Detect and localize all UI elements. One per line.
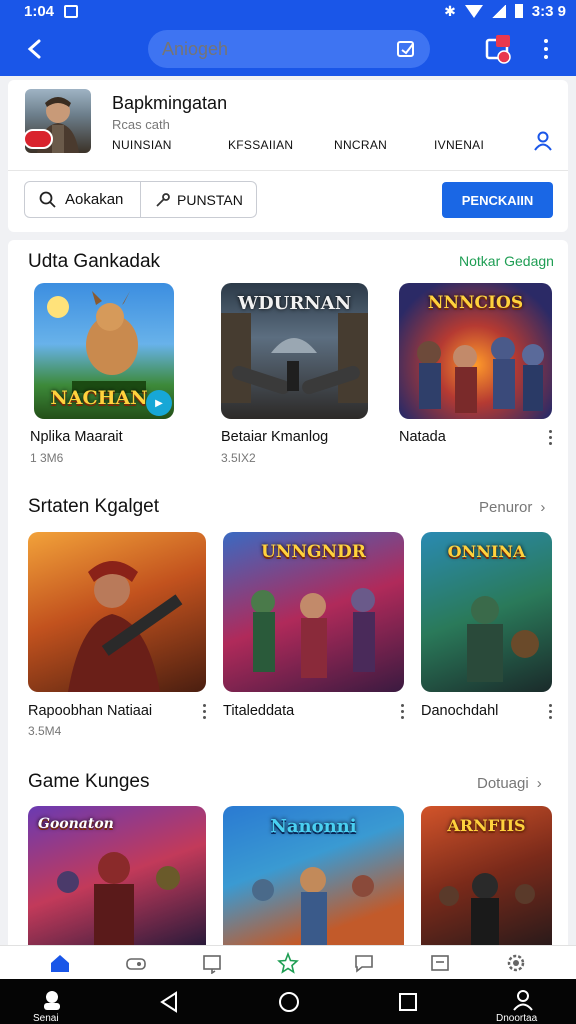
app-bar	[0, 22, 576, 76]
game-name-2-3[interactable]: Danochdahl	[421, 703, 498, 719]
app-tab-1[interactable]: NUINSIAN	[112, 138, 228, 152]
section-title-1: Udta Gankadak	[28, 251, 161, 272]
featured-nav-button[interactable]	[276, 951, 300, 975]
back-triangle-icon[interactable]	[158, 991, 180, 1013]
recents-square-icon[interactable]	[398, 992, 418, 1012]
gallery-icon	[64, 4, 79, 18]
game-name-1-2[interactable]: Betaiar Kmanlog	[221, 429, 328, 445]
library-icon	[431, 954, 449, 971]
more-icon[interactable]	[547, 430, 553, 446]
back-button[interactable]	[14, 27, 58, 71]
profile-label: Dnoortaa	[496, 1013, 538, 1024]
game-tile-3-3[interactable]: ARNFIIS	[421, 806, 552, 945]
game-meta-2-1: 3.5M4	[28, 724, 62, 738]
search-bar[interactable]	[148, 30, 430, 68]
bluetooth-icon: ✱	[444, 2, 456, 19]
chevron-right-icon: ›	[536, 775, 542, 792]
books-nav-button[interactable]	[200, 951, 224, 975]
game-tile-1-2[interactable]: WDURNAN	[221, 283, 368, 419]
tile-title: NNNCIOS	[427, 293, 524, 313]
app-tab-3[interactable]: NNCRAN	[334, 138, 434, 152]
app-tabs: NUINSIAN KFSSAIIAN NNCRAN IVNENAI	[112, 138, 542, 152]
gift-notification-icon	[485, 35, 511, 64]
chevron-right-icon: ›	[540, 499, 546, 516]
section-link-2[interactable]: Penuror ›	[479, 499, 545, 516]
messages-nav-button[interactable]	[352, 951, 376, 975]
more-icon[interactable]	[547, 704, 553, 720]
app-tab-4[interactable]: IVNENAI	[434, 138, 484, 152]
system-nav-bar: Senai Dnoortaa	[0, 979, 576, 1024]
game-tile-2-3[interactable]: ONNINA	[421, 532, 552, 692]
back-arrow-icon	[27, 39, 41, 59]
app-title: Bapkmingatan	[112, 93, 228, 113]
app-subtitle: Rcas cath	[112, 117, 170, 132]
bottom-nav	[0, 945, 576, 979]
more-icon[interactable]	[399, 704, 405, 720]
game-tile-1-3[interactable]: NNNCIOS	[399, 283, 552, 419]
library-nav-button[interactable]	[428, 951, 452, 975]
search-input[interactable]	[162, 38, 382, 60]
play-badge-icon: ▶	[146, 390, 172, 416]
profile-icon[interactable]	[512, 989, 534, 1011]
game-tile-2-2[interactable]: UNNGNDR	[223, 532, 404, 692]
punstan-label: PUNSTAN	[177, 191, 243, 208]
book-icon	[203, 954, 221, 974]
game-meta-1-1: 1 3M6	[30, 451, 64, 465]
gear-icon	[507, 954, 525, 971]
game-tile-2-1[interactable]	[28, 532, 206, 692]
person-icon[interactable]	[532, 130, 554, 152]
section-title-2: Srtaten Kgalget	[28, 496, 159, 517]
home-nav-button[interactable]	[48, 951, 72, 975]
game-tile-3-2[interactable]: Nanonni	[223, 806, 404, 945]
punstan-button[interactable]: PUNSTAN	[141, 181, 257, 218]
gamepad-icon	[126, 957, 146, 970]
home-label: Senai	[33, 1013, 59, 1024]
app-search-button[interactable]: Aokakan	[24, 181, 141, 218]
game-meta-1-2: 3.5IX2	[221, 451, 256, 465]
more-options-button[interactable]	[534, 32, 558, 66]
home-person-icon[interactable]	[40, 989, 64, 1011]
game-name-2-2[interactable]: Titaleddata	[223, 703, 294, 719]
notifications-button[interactable]	[484, 32, 514, 64]
section-link-3[interactable]: Dotuagi ›	[477, 775, 542, 792]
soldier-art	[68, 561, 183, 692]
status-right-text: 3:3 9	[531, 2, 566, 20]
chat-icon	[355, 954, 373, 973]
app-tab-2[interactable]: KFSSAIIAN	[228, 138, 334, 152]
app-badge	[25, 129, 53, 149]
tile-title: Nanonni	[270, 816, 357, 837]
game-name-2-1[interactable]: Rapoobhan Natiaai	[28, 703, 152, 719]
signal-icon	[491, 4, 506, 18]
wifi-icon	[464, 4, 483, 18]
section-link-1[interactable]: Notkar Gedagn	[459, 253, 554, 269]
app-search-label: Aokakan	[65, 191, 124, 208]
wrench-icon	[156, 192, 170, 207]
battery-icon	[514, 4, 523, 18]
search-icon	[39, 191, 56, 208]
home-icon	[51, 954, 69, 972]
game-tile-1-1[interactable]: NACHAN ▶	[34, 283, 174, 419]
status-bar: 1:04 ✱ 3:3 9	[0, 0, 576, 22]
status-time: 1:04	[24, 2, 55, 20]
app-icon[interactable]	[25, 89, 91, 153]
app-header-card: Bapkmingatan Rcas cath NUINSIAN KFSSAIIA…	[8, 80, 568, 232]
header-divider	[8, 170, 568, 171]
star-icon	[277, 951, 299, 974]
tile-title: UNNGNDR	[261, 542, 366, 562]
game-name-1-3[interactable]: Natada	[399, 429, 446, 445]
tile-title: Goonaton	[38, 816, 114, 832]
tile-title: ARNFIIS	[447, 816, 526, 835]
home-circle-icon[interactable]	[278, 991, 300, 1013]
more-icon[interactable]	[201, 704, 207, 720]
game-tile-3-1[interactable]: Goonaton	[28, 806, 206, 945]
scan-icon[interactable]	[396, 39, 416, 59]
tile-title: ONNINA	[447, 542, 526, 561]
games-nav-button[interactable]	[124, 951, 148, 975]
tile-title: WDURNAN	[237, 293, 352, 314]
game-name-1-1[interactable]: Nplika Maarait	[30, 429, 123, 445]
install-button[interactable]: PENCKAIIN	[442, 182, 553, 218]
settings-nav-button[interactable]	[504, 951, 528, 975]
section-title-3: Game Kunges	[28, 771, 150, 792]
